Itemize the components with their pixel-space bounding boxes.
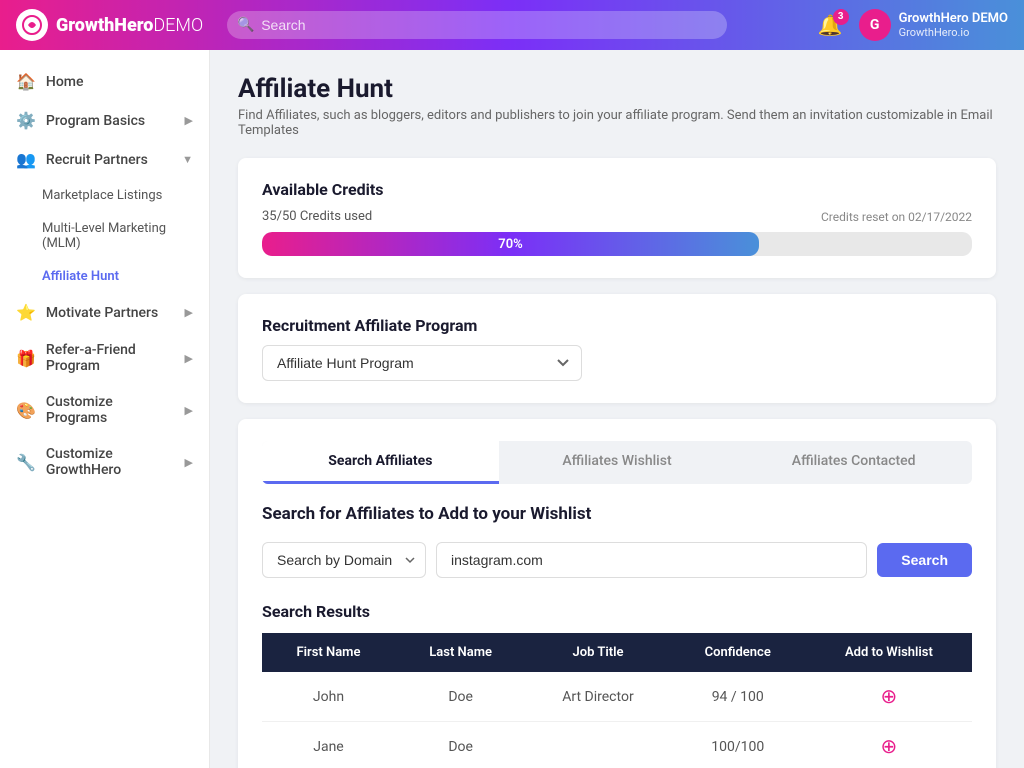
sidebar-item-program-basics[interactable]: ⚙️ Program Basics ▶: [0, 101, 209, 140]
progress-bar-fill: 70%: [262, 232, 759, 256]
col-job-title: Job Title: [526, 633, 669, 672]
credits-reset-label: Credits reset on 02/17/2022: [821, 210, 972, 224]
sidebar-sub-item-marketplace[interactable]: Marketplace Listings: [0, 179, 209, 212]
notification-badge: 3: [833, 9, 849, 25]
progress-bar-background: 70%: [262, 232, 972, 256]
sidebar-sub-label: Marketplace Listings: [42, 188, 162, 203]
sidebar-item-label: Customize GrowthHero: [46, 446, 175, 478]
cell-confidence: 100/100: [670, 722, 806, 768]
logo-icon: [16, 9, 48, 41]
user-name: GrowthHero DEMO: [899, 11, 1008, 27]
cell-first-name: Jane: [262, 722, 395, 768]
topnav-right: 🔔 3 G GrowthHero DEMO GrowthHero.io: [818, 9, 1008, 41]
paint-icon: 🎨: [16, 401, 36, 420]
credits-title: Available Credits: [262, 180, 972, 199]
user-details: GrowthHero DEMO GrowthHero.io: [899, 11, 1008, 40]
cell-add-wishlist: ⊕: [806, 722, 972, 768]
sidebar-sub-label: Multi-Level Marketing (MLM): [42, 221, 193, 251]
avatar: G: [859, 9, 891, 41]
tabs-bar: Search Affiliates Affiliates Wishlist Af…: [262, 441, 972, 484]
search-affiliates-card: Search Affiliates Affiliates Wishlist Af…: [238, 419, 996, 768]
search-button[interactable]: Search: [877, 543, 972, 577]
sidebar-item-label: Recruit Partners: [46, 152, 148, 168]
tab-search-affiliates[interactable]: Search Affiliates: [262, 441, 499, 484]
global-search: 🔍: [227, 11, 727, 39]
credits-card: Available Credits 35/50 Credits used Cre…: [238, 158, 996, 278]
sidebar-sub-item-mlm[interactable]: Multi-Level Marketing (MLM): [0, 212, 209, 260]
home-icon: 🏠: [16, 72, 36, 91]
global-search-input[interactable]: [227, 11, 727, 39]
wrench-icon: 🔧: [16, 453, 36, 472]
results-table: First Name Last Name Job Title Confidenc…: [262, 633, 972, 768]
gear-icon: ⚙️: [16, 111, 36, 130]
progress-label: 70%: [498, 237, 522, 252]
col-first-name: First Name: [262, 633, 395, 672]
page-description: Find Affiliates, such as bloggers, edito…: [238, 108, 996, 138]
page-title: Affiliate Hunt: [238, 74, 996, 104]
results-title: Search Results: [262, 602, 972, 621]
sidebar-item-motivate-partners[interactable]: ⭐ Motivate Partners ▶: [0, 293, 209, 332]
search-section-title: Search for Affiliates to Add to your Wis…: [262, 504, 972, 524]
sidebar-item-label: Home: [46, 74, 84, 90]
star-icon: ⭐: [16, 303, 36, 322]
gift-icon: 🎁: [16, 349, 36, 368]
cell-confidence: 94 / 100: [670, 672, 806, 722]
add-wishlist-button[interactable]: ⊕: [881, 684, 898, 709]
notifications-button[interactable]: 🔔 3: [818, 13, 843, 38]
sidebar-item-home[interactable]: 🏠 Home: [0, 62, 209, 101]
sidebar: 🏠 Home ⚙️ Program Basics ▶ 👥 Recruit Par…: [0, 50, 210, 768]
chevron-right-icon: ▶: [185, 352, 193, 365]
col-last-name: Last Name: [395, 633, 526, 672]
app-logo[interactable]: GrowthHeroDEMO: [16, 9, 203, 41]
cell-last-name: Doe: [395, 722, 526, 768]
sidebar-item-label: Refer-a-Friend Program: [46, 342, 175, 374]
cell-add-wishlist: ⊕: [806, 672, 972, 722]
table-row: John Doe Art Director 94 / 100 ⊕: [262, 672, 972, 722]
program-select[interactable]: Affiliate Hunt Program Default Program: [262, 345, 582, 381]
col-confidence: Confidence: [670, 633, 806, 672]
sidebar-item-label: Program Basics: [46, 113, 145, 129]
add-wishlist-button[interactable]: ⊕: [881, 734, 898, 759]
sidebar-item-label: Motivate Partners: [46, 305, 158, 321]
users-icon: 👥: [16, 150, 36, 169]
search-type-select[interactable]: Search by Domain Search by Name Search b…: [262, 542, 426, 578]
recruitment-title: Recruitment Affiliate Program: [262, 316, 972, 335]
chevron-right-icon: ▶: [185, 306, 193, 319]
app-name: GrowthHeroDEMO: [56, 15, 203, 36]
credits-used-label: 35/50 Credits used: [262, 209, 372, 224]
cell-first-name: John: [262, 672, 395, 722]
recruitment-card: Recruitment Affiliate Program Affiliate …: [238, 294, 996, 403]
search-domain-input[interactable]: [436, 542, 867, 578]
credits-row: 35/50 Credits used Credits reset on 02/1…: [262, 209, 972, 224]
sidebar-item-customize-growthhero[interactable]: 🔧 Customize GrowthHero ▶: [0, 436, 209, 488]
table-header-row: First Name Last Name Job Title Confidenc…: [262, 633, 972, 672]
chevron-down-icon: ▼: [182, 153, 193, 166]
search-row: Search by Domain Search by Name Search b…: [262, 542, 972, 578]
body-wrap: 🏠 Home ⚙️ Program Basics ▶ 👥 Recruit Par…: [0, 50, 1024, 768]
main-content: Affiliate Hunt Find Affiliates, such as …: [210, 50, 1024, 768]
cell-last-name: Doe: [395, 672, 526, 722]
sidebar-sub-item-affiliate-hunt[interactable]: Affiliate Hunt: [0, 260, 209, 293]
chevron-right-icon: ▶: [185, 404, 193, 417]
sidebar-item-refer-friend[interactable]: 🎁 Refer-a-Friend Program ▶: [0, 332, 209, 384]
cell-job-title: Art Director: [526, 672, 669, 722]
cell-job-title: [526, 722, 669, 768]
chevron-right-icon: ▶: [185, 114, 193, 127]
tab-affiliates-wishlist[interactable]: Affiliates Wishlist: [499, 441, 736, 484]
sidebar-item-recruit-partners[interactable]: 👥 Recruit Partners ▼: [0, 140, 209, 179]
tab-affiliates-contacted[interactable]: Affiliates Contacted: [735, 441, 972, 484]
chevron-right-icon: ▶: [185, 456, 193, 469]
sidebar-item-label: Customize Programs: [46, 394, 175, 426]
sidebar-sub-label: Affiliate Hunt: [42, 269, 119, 284]
user-menu[interactable]: G GrowthHero DEMO GrowthHero.io: [859, 9, 1008, 41]
sidebar-item-customize-programs[interactable]: 🎨 Customize Programs ▶: [0, 384, 209, 436]
user-domain: GrowthHero.io: [899, 26, 1008, 39]
col-add-wishlist: Add to Wishlist: [806, 633, 972, 672]
search-icon: 🔍: [237, 17, 254, 33]
topnav: GrowthHeroDEMO 🔍 🔔 3 G GrowthHero DEMO G…: [0, 0, 1024, 50]
table-row: Jane Doe 100/100 ⊕: [262, 722, 972, 768]
